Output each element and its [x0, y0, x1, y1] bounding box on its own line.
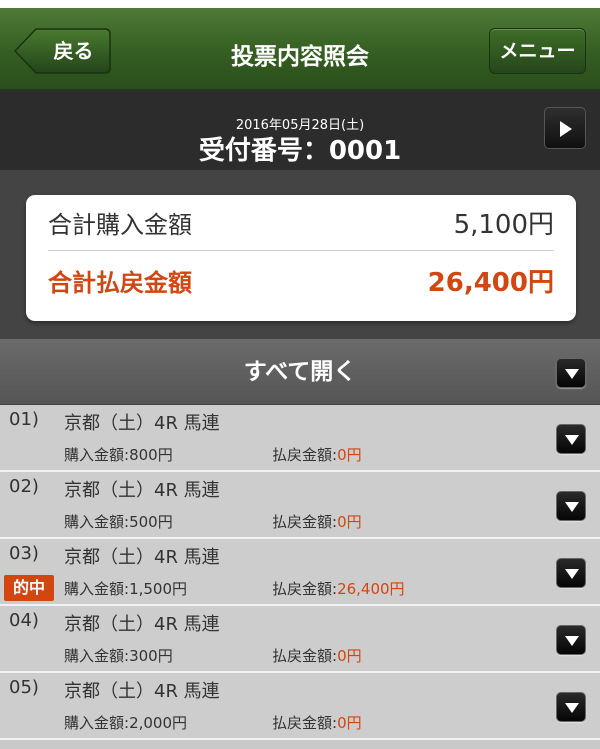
back-button[interactable]: 戻る: [14, 28, 111, 74]
bet-payout: 払戻金額:0円: [272, 712, 362, 733]
total-payout-row: 合計払戻金額 26,400円: [48, 257, 554, 309]
bet-row[interactable]: 02) 京都（土）4R 馬連 購入金額:500円 払戻金額:0円: [0, 472, 600, 539]
purchase-amount: 800円: [129, 446, 173, 464]
payout-label: 払戻金額:: [272, 580, 338, 598]
expand-all-button[interactable]: [556, 358, 586, 388]
bet-purchase: 購入金額:800円: [64, 444, 173, 465]
bet-index: 01): [9, 409, 39, 430]
next-receipt-button[interactable]: [544, 107, 586, 149]
page-title: 投票内容照会: [231, 44, 369, 70]
total-payout-value: 26,400円: [427, 268, 554, 298]
purchase-amount: 2,000円: [129, 714, 188, 732]
summary-card: 合計購入金額 5,100円 合計払戻金額 26,400円: [26, 195, 576, 321]
bet-purchase: 購入金額:2,000円: [64, 712, 187, 733]
bet-payout: 払戻金額:0円: [272, 511, 362, 532]
purchase-amount: 300円: [129, 647, 173, 665]
bet-payout: 払戻金額:0円: [272, 645, 362, 666]
bet-row[interactable]: 03) 京都（土）4R 馬連 的中 購入金額:1,500円 払戻金額:26,40…: [0, 539, 600, 606]
total-payout-label: 合計払戻金額: [48, 269, 192, 297]
bet-race: 京都（土）4R 馬連: [64, 413, 220, 434]
purchase-label: 購入金額:: [64, 647, 130, 665]
bet-purchase: 購入金額:300円: [64, 645, 173, 666]
bet-race: 京都（土）4R 馬連: [64, 547, 220, 568]
purchase-label: 購入金額:: [64, 714, 130, 732]
bet-race: 京都（土）4R 馬連: [64, 480, 220, 501]
payout-amount: 26,400円: [337, 580, 405, 598]
expand-row-button[interactable]: [556, 558, 586, 588]
purchase-amount: 500円: [129, 513, 173, 531]
bet-index: 05): [9, 677, 39, 698]
bet-payout: 払戻金額:26,400円: [272, 578, 405, 599]
receipt-bar: 2016年05月28日(土) 受付番号：0001: [0, 90, 600, 170]
chevron-down-icon: [565, 636, 579, 646]
bet-index: 04): [9, 610, 39, 631]
bet-list: 01) 京都（土）4R 馬連 購入金額:800円 払戻金額:0円 02) 京都（…: [0, 405, 600, 740]
payout-amount: 0円: [337, 714, 362, 732]
chevron-down-icon: [565, 569, 579, 579]
total-purchase-row: 合計購入金額 5,100円: [48, 199, 554, 251]
bet-row[interactable]: 04) 京都（土）4R 馬連 購入金額:300円 払戻金額:0円: [0, 606, 600, 673]
purchase-amount: 1,500円: [129, 580, 188, 598]
expand-all-label: すべて開く: [243, 359, 357, 385]
chevron-down-icon: [565, 703, 579, 713]
purchase-label: 購入金額:: [64, 446, 130, 464]
payout-label: 払戻金額:: [272, 513, 338, 531]
summary-area: 合計購入金額 5,100円 合計払戻金額 26,400円: [0, 170, 600, 339]
play-arrow-icon: [560, 121, 572, 137]
expand-all-bar[interactable]: すべて開く: [0, 339, 600, 405]
payout-amount: 0円: [337, 513, 362, 531]
bet-index: 03): [9, 543, 39, 564]
bet-index: 02): [9, 476, 39, 497]
payout-label: 払戻金額:: [272, 647, 338, 665]
total-purchase-value: 5,100円: [453, 210, 554, 240]
bet-purchase: 購入金額:1,500円: [64, 578, 187, 599]
back-button-label: 戻る: [53, 39, 94, 63]
bet-row[interactable]: 05) 京都（土）4R 馬連 購入金額:2,000円 払戻金額:0円: [0, 673, 600, 740]
payout-amount: 0円: [337, 446, 362, 464]
expand-row-button[interactable]: [556, 692, 586, 722]
hit-badge: 的中: [4, 575, 54, 601]
bet-race: 京都（土）4R 馬連: [64, 681, 220, 702]
expand-row-button[interactable]: [556, 625, 586, 655]
expand-row-button[interactable]: [556, 491, 586, 521]
chevron-down-icon: [565, 369, 579, 379]
bet-payout: 払戻金額:0円: [272, 444, 362, 465]
receipt-number: 受付番号：0001: [198, 136, 402, 166]
header-bar: 戻る 投票内容照会 メニュー: [0, 8, 600, 90]
bet-row[interactable]: 01) 京都（土）4R 馬連 購入金額:800円 払戻金額:0円: [0, 405, 600, 472]
chevron-down-icon: [565, 502, 579, 512]
menu-button[interactable]: メニュー: [489, 28, 586, 74]
payout-label: 払戻金額:: [272, 446, 338, 464]
payout-label: 払戻金額:: [272, 714, 338, 732]
purchase-label: 購入金額:: [64, 580, 130, 598]
chevron-down-icon: [565, 435, 579, 445]
bet-race: 京都（土）4R 馬連: [64, 614, 220, 635]
purchase-label: 購入金額:: [64, 513, 130, 531]
payout-amount: 0円: [337, 647, 362, 665]
status-strip: [0, 0, 600, 8]
bet-purchase: 購入金額:500円: [64, 511, 173, 532]
expand-row-button[interactable]: [556, 424, 586, 454]
total-purchase-label: 合計購入金額: [48, 211, 192, 239]
